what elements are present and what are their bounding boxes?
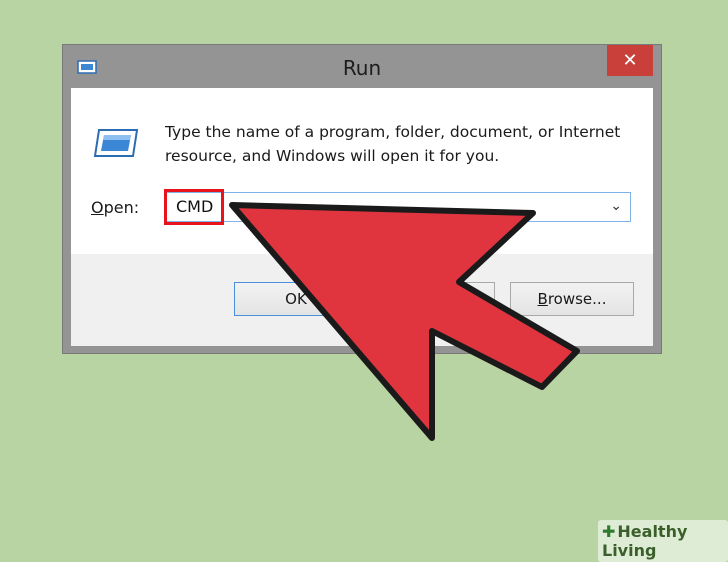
pointer-arrow-overlay (229, 202, 580, 441)
plus-icon: ✚ (602, 522, 616, 541)
red-arrow-icon (229, 202, 580, 441)
watermark: ✚ Healthy Living (598, 520, 728, 562)
